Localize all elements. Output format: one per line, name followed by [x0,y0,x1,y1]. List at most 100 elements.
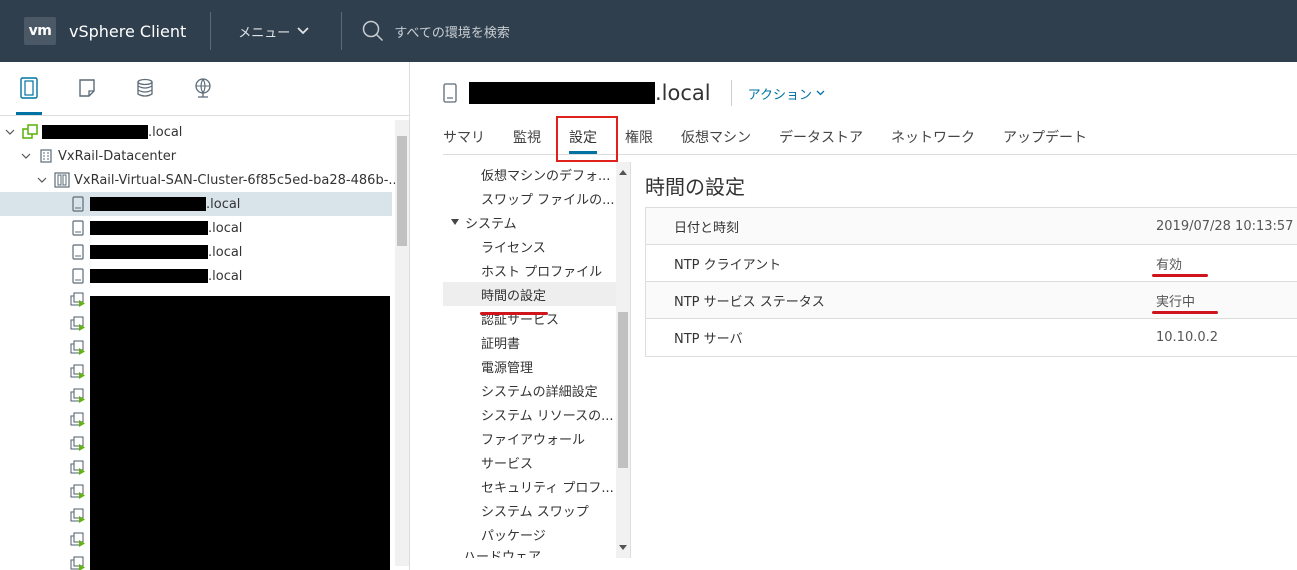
redacted-name [90,221,208,235]
cluster-icon [54,172,70,188]
object-panel: .local アクション サマリ 監視 設定 権限 仮想マシン データストア ネ… [411,62,1297,570]
tree-node-vcenter[interactable]: .local [0,120,409,144]
tab-networks[interactable]: ネットワーク [891,120,975,154]
header-divider [341,12,343,50]
inventory-panel: .local VxRail-Datacenter VxRail-Virtual-… [0,62,410,570]
tab-monitor[interactable]: 監視 [513,120,541,154]
subnav-item-services[interactable]: サービス [443,450,630,474]
property-label: NTP クライアント [674,257,782,273]
tab-vms[interactable]: 仮想マシン [681,120,751,154]
tree-node-label: .local [206,196,241,212]
subnav-item[interactable]: スワップ ファイルの... [443,186,630,210]
tree-node-label: .local [148,124,183,140]
vm-powered-on-icon [70,412,86,428]
tree-node-label: .local [208,268,243,284]
property-value: 2019/07/28 10:13:57 [1156,218,1294,234]
object-tabs: サマリ 監視 設定 権限 仮想マシン データストア ネットワーク アップデート [443,120,1115,154]
tree-node-host[interactable]: .local [0,192,392,216]
tree-scrollbar[interactable] [395,120,409,566]
subnav-item-packages[interactable]: パッケージ [443,522,630,546]
table-row: NTP サーバ 10.10.0.2 [646,319,1297,356]
time-config-table: 日付と時刻 2019/07/28 10:13:57 NTP クライアント 有効 … [645,207,1297,357]
redacted-name [90,269,208,283]
inventory-tree: .local VxRail-Datacenter VxRail-Virtual-… [0,116,409,570]
highlight-box-annotation [556,116,618,162]
vm-powered-on-icon [70,532,86,548]
underline-annotation [480,312,548,315]
actions-label: アクション [747,87,812,103]
subnav-item-certificate[interactable]: 証明書 [443,330,630,354]
menu-label: メニュー [238,25,291,41]
inventory-tabs [0,62,409,116]
subnav-item-security-profile[interactable]: セキュリティ プロフ... [443,474,630,498]
table-row: NTP サービス ステータス 実行中 [646,282,1297,319]
global-search[interactable]: すべての環境を検索 [362,20,510,42]
chevron-down-icon[interactable] [4,129,16,135]
subnav-item-advanced-settings[interactable]: システムの詳細設定 [443,378,630,402]
tree-node-cluster[interactable]: VxRail-Virtual-SAN-Cluster-6f85c5ed-ba28… [0,168,409,192]
vmware-logo[interactable]: vm [24,17,56,45]
tree-node-host[interactable]: .local [0,216,409,240]
property-value: 有効 [1156,257,1183,273]
menu-button[interactable]: メニュー [238,22,309,41]
tab-updates[interactable]: アップデート [1003,120,1087,154]
time-config-content: 時間の設定 日付と時刻 2019/07/28 10:13:57 NTP クライア… [645,162,1297,357]
tab-storage[interactable] [128,61,162,115]
subnav-group-label: ハードウェア [463,550,542,558]
caret-down-icon [451,219,459,225]
tab-summary[interactable]: サマリ [443,120,485,154]
tree-node-host[interactable]: .local [0,264,409,288]
subnav-item-host-profile[interactable]: ホスト プロファイル [443,258,630,282]
tab-permissions[interactable]: 権限 [625,120,653,154]
subnav-group-label: システム [465,216,517,232]
vm-powered-on-icon [70,388,86,404]
chevron-down-icon[interactable] [20,153,32,159]
redacted-name [469,82,655,104]
section-title: 時間の設定 [645,175,745,199]
subnav-group-hardware[interactable]: ハードウェア [443,546,630,558]
host-icon [70,244,86,260]
tree-node-label: .local [208,220,243,236]
chevron-down-icon [816,90,825,96]
subnav-item[interactable]: 仮想マシンのデフォ... [443,162,630,186]
subnav-item-firewall[interactable]: ファイアウォール [443,426,630,450]
table-row: 日付と時刻 2019/07/28 10:13:57 [646,208,1297,245]
tree-node-label: .local [208,244,243,260]
subnav-scrollbar[interactable] [616,162,630,558]
search-icon [363,20,384,42]
subnav-item-license[interactable]: ライセンス [443,234,630,258]
hosts-clusters-icon [20,77,38,99]
subnav-item-system-swap[interactable]: システム スワップ [443,498,630,522]
subnav-group-system[interactable]: システム [443,210,630,234]
redacted-name [90,197,206,211]
tab-datastores[interactable]: データストア [779,120,863,154]
scroll-down-arrow-icon[interactable] [619,545,627,550]
host-icon [70,196,86,212]
subnav-item-system-resources[interactable]: システム リソースの... [443,402,630,426]
vm-powered-on-icon [70,460,86,476]
vm-powered-on-icon [70,484,86,500]
vcenter-icon [22,124,38,140]
property-value: 実行中 [1156,294,1196,310]
scrollbar-thumb[interactable] [618,312,628,468]
tab-hosts-clusters[interactable] [12,61,46,115]
subnav-item-power-mgmt[interactable]: 電源管理 [443,354,630,378]
app-title[interactable]: vSphere Client [69,22,186,41]
subnav-item-time-config[interactable]: 時間の設定 [443,282,630,306]
tree-node-host[interactable]: .local [0,240,409,264]
tree-node-datacenter[interactable]: VxRail-Datacenter [0,144,409,168]
tab-networking[interactable] [186,61,220,115]
vm-powered-on-icon [70,340,86,356]
chevron-down-icon[interactable] [36,177,48,183]
scrollbar-thumb[interactable] [397,136,407,246]
datacenter-icon [38,148,54,164]
actions-menu[interactable]: アクション [748,84,825,103]
search-placeholder: すべての環境を検索 [394,25,510,41]
tab-vms-templates[interactable] [70,61,104,115]
table-row: NTP クライアント 有効 [646,245,1297,282]
storage-icon [137,78,153,97]
vm-powered-on-icon [70,316,86,332]
underline-annotation [1152,274,1208,277]
subnav-item-auth-services[interactable]: 認証サービス [443,306,630,330]
scroll-up-arrow-icon[interactable] [619,170,627,175]
